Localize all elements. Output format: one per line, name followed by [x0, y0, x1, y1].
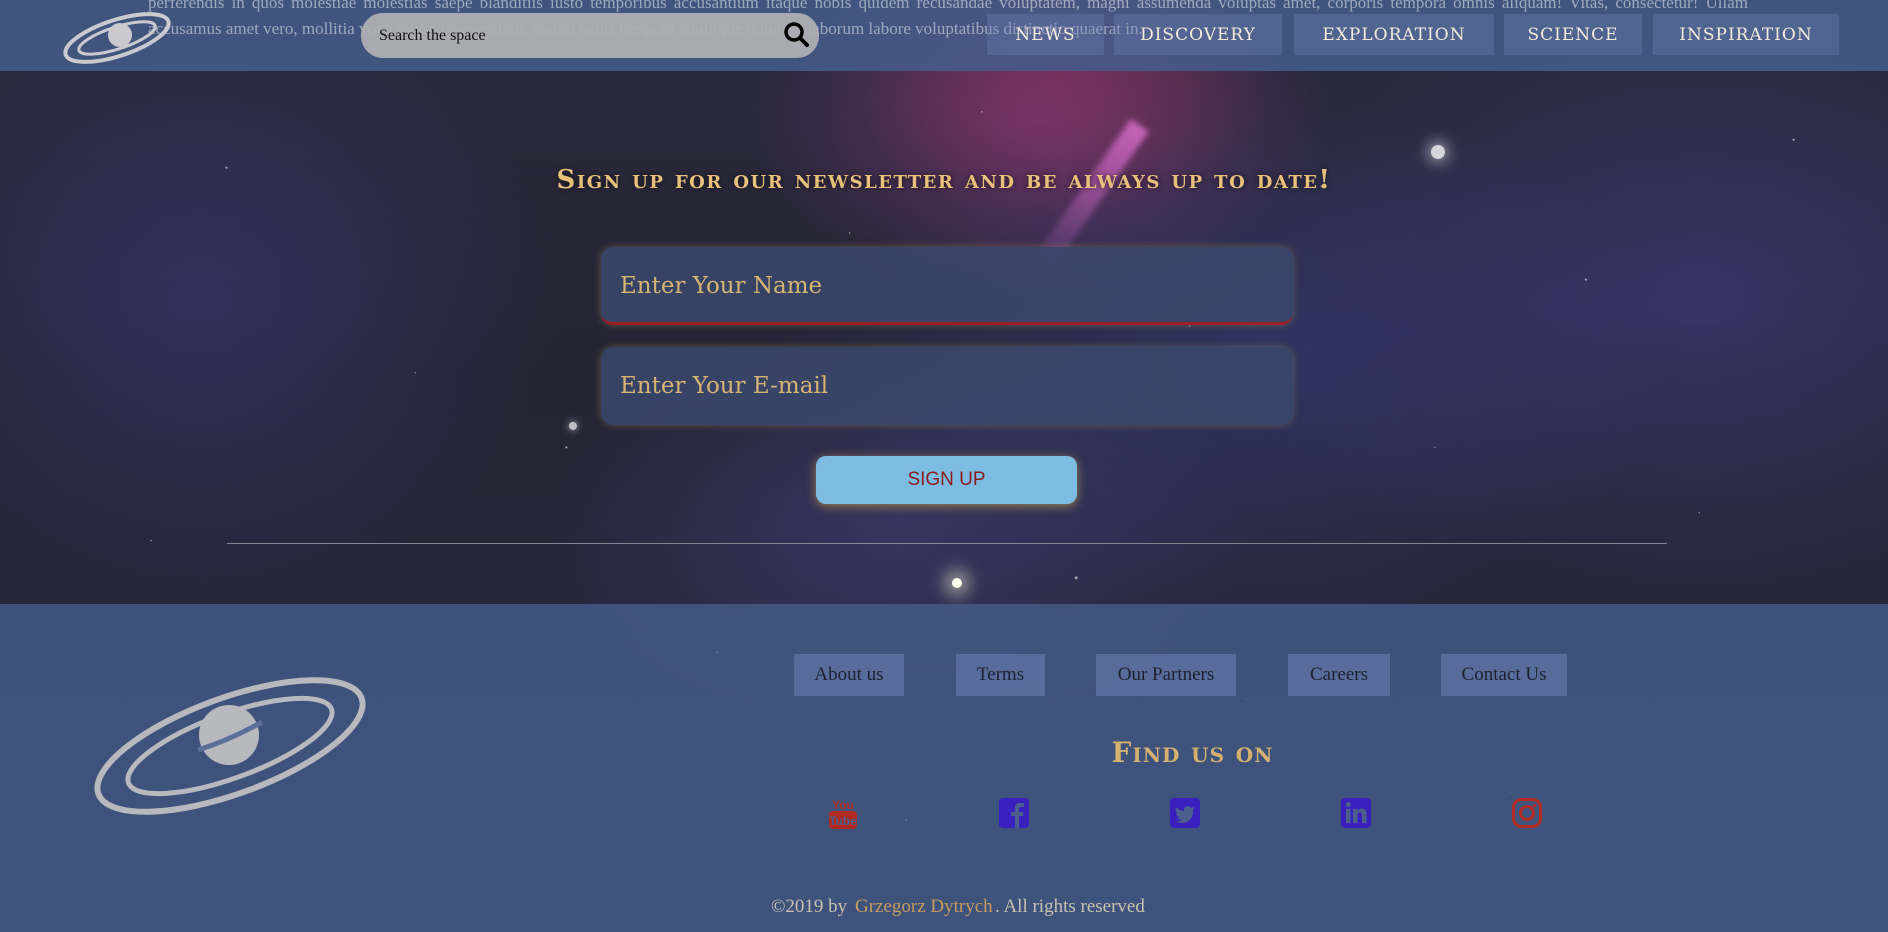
- footer-link-contact[interactable]: Contact Us: [1441, 654, 1567, 696]
- top-header: perferendis in quos molestiae molestias …: [0, 0, 1888, 71]
- copyright-prefix: ©2019 by: [771, 896, 848, 917]
- nav-discovery[interactable]: DISCOVERY: [1114, 14, 1282, 55]
- name-field-wrapper: [601, 247, 1293, 325]
- search-input[interactable]: [379, 24, 759, 48]
- find-us-heading: Find us on: [1111, 736, 1274, 769]
- svg-text:You: You: [832, 798, 854, 812]
- footer-link-careers[interactable]: Careers: [1288, 654, 1390, 696]
- youtube-icon[interactable]: You Tube: [827, 796, 859, 830]
- svg-text:Tube: Tube: [829, 814, 857, 828]
- footer: About us Terms Our Partners Careers Cont…: [0, 604, 1888, 932]
- nav-science[interactable]: SCIENCE: [1504, 14, 1642, 55]
- search-bar[interactable]: [361, 13, 819, 58]
- divider: [227, 543, 1667, 544]
- saturn-logo-icon: [94, 677, 366, 815]
- copyright-author-link[interactable]: Grzegorz Dytrych: [855, 896, 993, 918]
- name-input[interactable]: [620, 269, 1260, 303]
- footer-link-about[interactable]: About us: [794, 654, 904, 696]
- nav-news[interactable]: NEWS: [987, 14, 1104, 55]
- twitter-icon[interactable]: [1169, 796, 1201, 830]
- newsletter-headline: Sign up for our newsletter and be always…: [556, 165, 1332, 195]
- nav-inspiration[interactable]: INSPIRATION: [1653, 14, 1839, 55]
- copyright-suffix: . All rights reserved: [995, 896, 1145, 917]
- nav-exploration[interactable]: EXPLORATION: [1294, 14, 1494, 55]
- star: [1431, 145, 1445, 159]
- linkedin-icon[interactable]: [1340, 796, 1372, 830]
- star: [952, 578, 962, 588]
- email-field-wrapper: [601, 347, 1293, 425]
- instagram-icon[interactable]: [1511, 796, 1543, 830]
- signup-button[interactable]: SIGN UP: [816, 456, 1077, 504]
- star: [569, 422, 577, 430]
- footer-link-partners[interactable]: Our Partners: [1096, 654, 1236, 696]
- facebook-icon[interactable]: [998, 796, 1030, 830]
- search-icon[interactable]: [783, 21, 809, 47]
- footer-link-terms[interactable]: Terms: [956, 654, 1045, 696]
- email-input[interactable]: [620, 369, 1260, 403]
- saturn-logo-icon[interactable]: [60, 8, 175, 66]
